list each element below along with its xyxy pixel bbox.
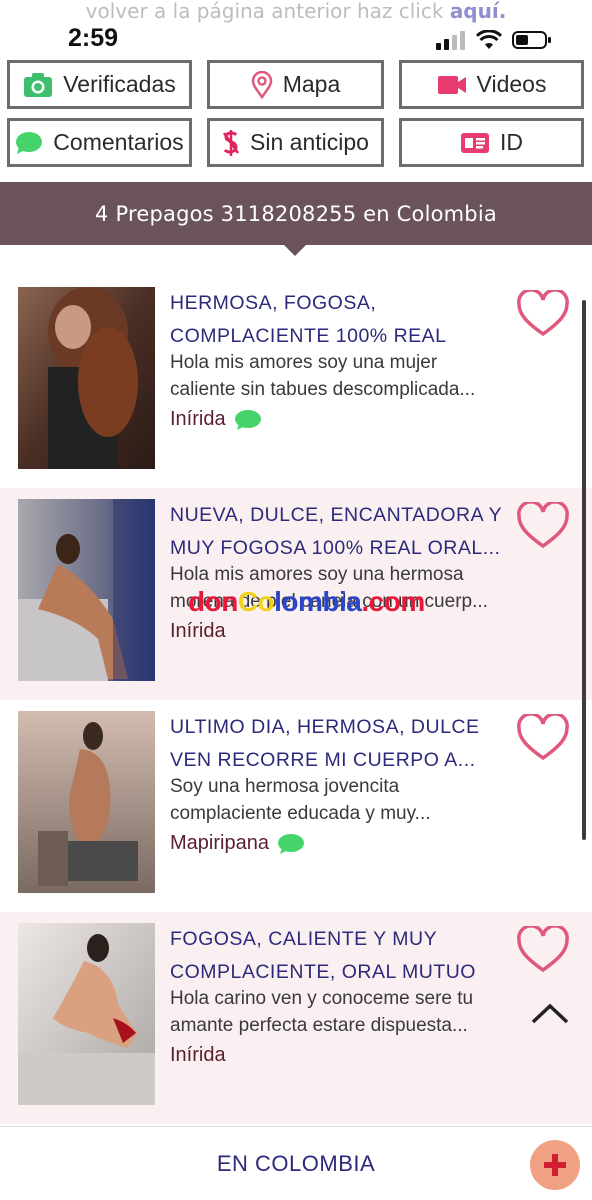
listing-city: Mapiripana bbox=[170, 832, 305, 855]
map-pin-icon bbox=[251, 70, 273, 99]
listing-title[interactable]: ULTIMO DIA, HERMOSA, DULCE VEN RECORRE M… bbox=[170, 711, 510, 777]
filter-mapa-button[interactable]: Mapa bbox=[207, 60, 384, 109]
filter-videos-button[interactable]: Videos bbox=[399, 60, 584, 109]
status-icons bbox=[436, 30, 552, 50]
listing-title[interactable]: HERMOSA, FOGOSA, COMPLACIENTE 100% REAL bbox=[170, 287, 510, 353]
wifi-icon bbox=[476, 30, 502, 49]
listing-city-label: Inírida bbox=[170, 1044, 226, 1066]
status-time: 2:59 bbox=[68, 24, 119, 52]
listing-city-label: Inírida bbox=[170, 408, 226, 430]
filter-id-button[interactable]: ID bbox=[399, 118, 584, 167]
listing-description: Hola mis amores soy una mujer caliente s… bbox=[170, 352, 476, 400]
listing-city: Inírida bbox=[170, 620, 226, 643]
listing-photo[interactable] bbox=[18, 923, 155, 1105]
filter-verificadas-button[interactable]: Verificadas bbox=[7, 60, 192, 109]
add-button[interactable] bbox=[530, 1140, 580, 1190]
filter-grid: Verificadas Mapa Videos Comentarios Sin … bbox=[7, 60, 584, 167]
banner-arrow bbox=[284, 245, 306, 256]
results-banner: 4 Prepagos 3118208255 en Colombia bbox=[0, 182, 592, 245]
listing-city: Inírida bbox=[170, 408, 262, 431]
status-bar: 2:59 bbox=[0, 24, 592, 58]
favorite-heart-icon[interactable] bbox=[516, 926, 570, 974]
site-watermark: donColombia.com bbox=[188, 586, 425, 617]
results-count-title: 4 Prepagos 3118208255 en Colombia bbox=[95, 201, 497, 226]
camera-icon bbox=[23, 72, 53, 98]
listing-city-label: Inírida bbox=[170, 620, 226, 642]
favorite-heart-icon[interactable] bbox=[516, 714, 570, 762]
listing-title[interactable]: FOGOSA, CALIENTE Y MUY COMPLACIENTE, ORA… bbox=[170, 923, 510, 989]
filter-verificadas-label: Verificadas bbox=[63, 71, 176, 97]
listing-photo[interactable] bbox=[18, 499, 155, 681]
scrollbar[interactable] bbox=[582, 300, 586, 840]
listing-photo[interactable] bbox=[18, 287, 155, 469]
listing-card[interactable]: FOGOSA, CALIENTE Y MUY COMPLACIENTE, ORA… bbox=[0, 912, 592, 1124]
listing-card[interactable]: ULTIMO DIA, HERMOSA, DULCE VEN RECORRE M… bbox=[0, 700, 592, 912]
listing-city: Inírida bbox=[170, 1044, 226, 1067]
scroll-to-top-chevron-icon[interactable] bbox=[530, 998, 570, 1026]
favorite-heart-icon[interactable] bbox=[516, 502, 570, 550]
comment-icon bbox=[277, 833, 304, 854]
filter-mapa-label: Mapa bbox=[282, 71, 341, 97]
footer-bar: EN COLOMBIA bbox=[0, 1126, 592, 1200]
comment-icon bbox=[15, 131, 43, 155]
listing-description: Hola carino ven y conoceme sere tu amant… bbox=[170, 988, 474, 1036]
signal-icon bbox=[436, 31, 465, 50]
filter-sin-anticipo-button[interactable]: Sin anticipo bbox=[207, 118, 384, 167]
filter-comentarios-button[interactable]: Comentarios bbox=[7, 118, 192, 167]
listing-city-label: Mapiripana bbox=[170, 832, 269, 854]
listing-card[interactable]: HERMOSA, FOGOSA, COMPLACIENTE 100% REAL … bbox=[0, 276, 592, 488]
listing-title[interactable]: NUEVA, DULCE, ENCANTADORA Y MUY FOGOSA 1… bbox=[170, 499, 510, 565]
filter-sin-anticipo-label: Sin anticipo bbox=[250, 129, 369, 155]
footer-location-label[interactable]: EN COLOMBIA bbox=[0, 1151, 592, 1177]
battery-icon bbox=[512, 31, 551, 49]
filter-videos-label: Videos bbox=[476, 71, 547, 97]
back-hint: volver a la página anterior haz click aq… bbox=[0, 0, 592, 24]
filter-comentarios-label: Comentarios bbox=[53, 129, 184, 155]
favorite-heart-icon[interactable] bbox=[516, 290, 570, 338]
plus-icon bbox=[544, 1154, 566, 1176]
listing-photo[interactable] bbox=[18, 711, 155, 893]
back-hint-text: volver a la página anterior haz click bbox=[85, 0, 450, 23]
back-link[interactable]: aquí. bbox=[450, 0, 507, 23]
comment-icon bbox=[234, 409, 261, 430]
filter-id-label: ID bbox=[500, 129, 523, 155]
video-icon bbox=[437, 74, 467, 96]
listing-description: Soy una hermosa jovencita complaciente e… bbox=[170, 776, 431, 824]
no-money-icon bbox=[222, 129, 240, 157]
id-card-icon bbox=[460, 132, 490, 154]
